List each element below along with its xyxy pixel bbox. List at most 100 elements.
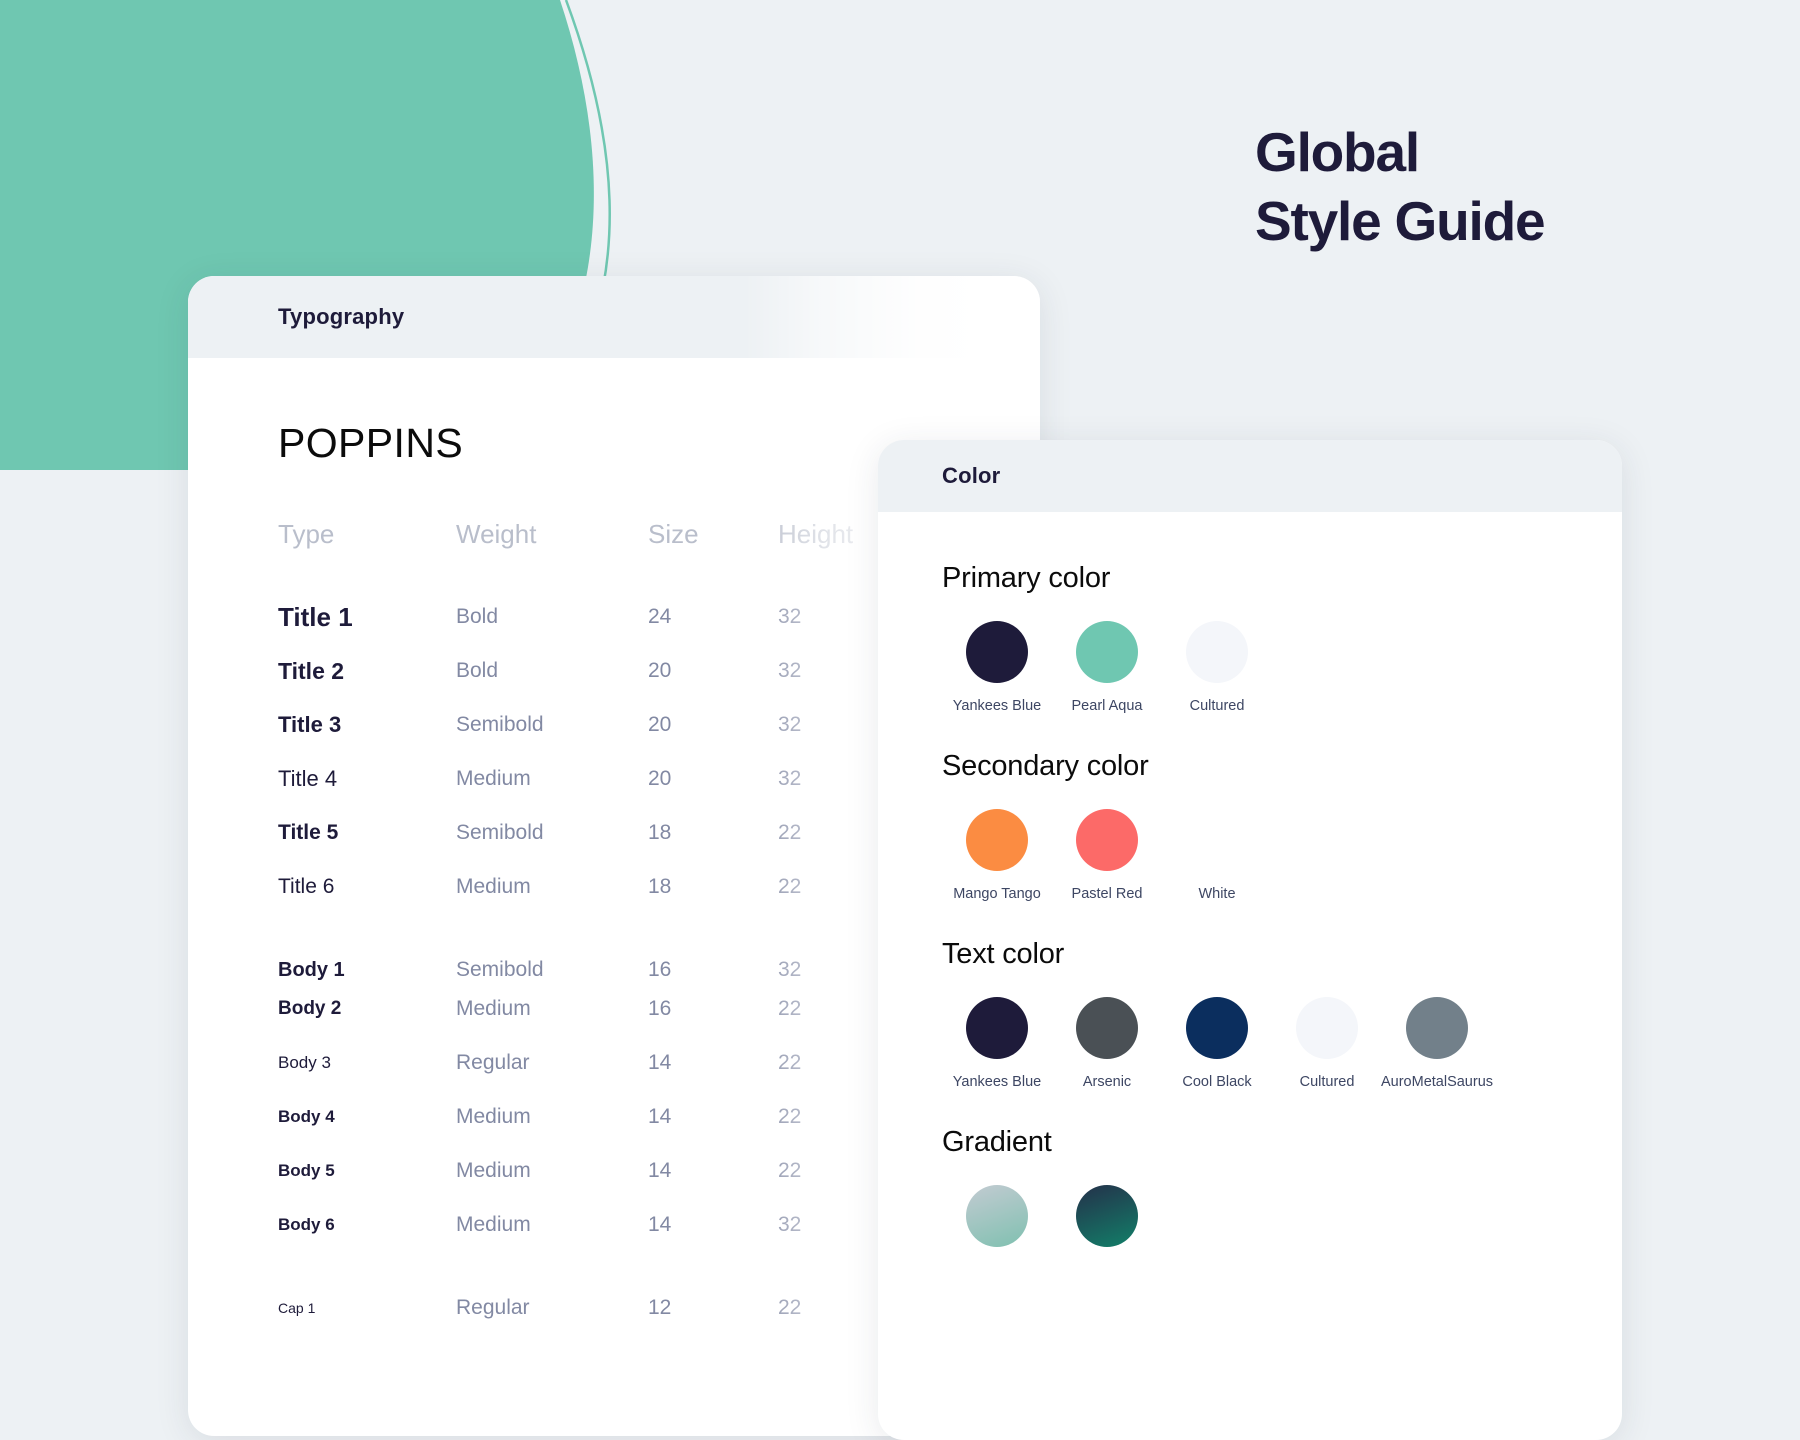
swatch-circle — [966, 809, 1028, 871]
color-swatch[interactable]: Pearl Aqua — [1052, 621, 1162, 714]
row-size-value: 14 — [648, 1213, 672, 1236]
primary-color-title: Primary color — [942, 562, 1111, 594]
column-header-type: Type — [278, 519, 335, 549]
color-swatch[interactable]: Yankees Blue — [942, 997, 1052, 1090]
swatch-label: Mango Tango — [953, 886, 1041, 902]
gradient-swatch[interactable] — [1052, 1185, 1162, 1262]
color-swatch[interactable]: Cool Black — [1162, 997, 1272, 1090]
row-weight-value: Medium — [456, 1159, 531, 1182]
swatch-circle — [1076, 1185, 1138, 1247]
swatch-circle — [1076, 809, 1138, 871]
row-weight-value: Medium — [456, 1105, 531, 1128]
swatch-circle — [1076, 997, 1138, 1059]
color-swatch[interactable]: Cultured — [1272, 997, 1382, 1090]
table-row: Body 3 Regular 14 22 — [278, 1036, 938, 1090]
row-type-label: Body 4 — [278, 1107, 335, 1126]
row-size-value: 18 — [648, 821, 672, 844]
row-type-label: Body 5 — [278, 1161, 335, 1180]
row-type-label: Title 5 — [278, 821, 339, 844]
table-row: Title 5 Semibold 18 22 — [278, 806, 938, 860]
swatch-label: Pearl Aqua — [1071, 698, 1143, 714]
table-row: Body 1 Semibold 16 32 — [278, 914, 938, 982]
table-row: Title 2 Bold 20 32 — [278, 644, 938, 698]
gradient-swatch[interactable] — [942, 1185, 1052, 1262]
page-title-line-1: Global — [1255, 121, 1420, 183]
row-size-value: 12 — [648, 1296, 672, 1319]
color-swatch[interactable]: White — [1162, 809, 1272, 902]
swatch-label: Arsenic — [1082, 1074, 1132, 1090]
swatch-label: White — [1198, 886, 1236, 902]
row-weight-value: Medium — [456, 875, 531, 898]
swatch-label: Yankees Blue — [952, 698, 1042, 714]
typography-table-header-row: Type Weight Size Height — [278, 519, 938, 590]
typography-card-header: Typography — [188, 276, 1040, 358]
swatch-circle — [966, 1185, 1028, 1247]
row-size-value: 20 — [648, 713, 672, 736]
row-weight-value: Regular — [456, 1296, 530, 1319]
color-swatch[interactable]: Arsenic — [1052, 997, 1162, 1090]
typography-table-body: Title 1 Bold 24 32 Title 2 Bold 20 32 Ti… — [278, 590, 938, 1320]
row-size-value: 14 — [648, 1105, 672, 1128]
typography-table-head: Type Weight Size Height — [278, 519, 938, 590]
swatch-circle — [1296, 997, 1358, 1059]
page-title: Global Style Guide — [1255, 118, 1546, 257]
gradient-swatches — [942, 1185, 1622, 1262]
swatch-circle — [1406, 997, 1468, 1059]
row-weight-value: Semibold — [456, 713, 544, 736]
swatch-label: Cultured — [1189, 698, 1245, 714]
table-row: Title 6 Medium 18 22 — [278, 860, 938, 914]
table-row: Title 1 Bold 24 32 — [278, 590, 938, 644]
row-weight-value: Medium — [456, 997, 531, 1020]
text-color-title: Text color — [942, 938, 1065, 970]
color-card-body: Primary color Yankees Blue Pearl Aqua Cu… — [878, 512, 1622, 1262]
swatch-circle — [1186, 809, 1248, 871]
column-header-size: Size — [648, 519, 699, 549]
row-type-label: Body 3 — [278, 1053, 331, 1072]
color-card-header: Color — [878, 440, 1622, 512]
text-color-section: Text color Yankees Blue Arsenic Cool Bla… — [942, 938, 1622, 1090]
swatch-label: AuroMetalSaurus — [1380, 1074, 1494, 1090]
row-weight-value: Semibold — [456, 821, 544, 844]
color-swatch[interactable]: Mango Tango — [942, 809, 1052, 902]
swatch-label: Pastel Red — [1071, 886, 1143, 902]
row-weight-value: Semibold — [456, 958, 544, 981]
gradient-title: Gradient — [942, 1126, 1052, 1158]
row-type-label: Title 6 — [278, 875, 335, 898]
color-card: Color Primary color Yankees Blue Pearl A… — [878, 440, 1622, 1440]
color-swatch[interactable]: Cultured — [1162, 621, 1272, 714]
row-size-value: 18 — [648, 875, 672, 898]
row-type-label: Body 6 — [278, 1215, 335, 1234]
table-row: Title 3 Semibold 20 32 — [278, 698, 938, 752]
row-size-value: 16 — [648, 997, 672, 1020]
text-color-swatches: Yankees Blue Arsenic Cool Black Cultured… — [942, 997, 1622, 1090]
row-size-value: 20 — [648, 767, 672, 790]
row-weight-value: Bold — [456, 605, 499, 628]
row-type-label: Title 1 — [278, 601, 353, 632]
table-row: Body 6 Medium 14 32 — [278, 1198, 938, 1252]
row-type-label: Title 3 — [278, 712, 342, 737]
swatch-circle — [1076, 621, 1138, 683]
table-row: Body 4 Medium 14 22 — [278, 1090, 938, 1144]
primary-color-swatches: Yankees Blue Pearl Aqua Cultured — [942, 621, 1622, 714]
color-swatch[interactable]: Yankees Blue — [942, 621, 1052, 714]
color-swatch[interactable]: Pastel Red — [1052, 809, 1162, 902]
swatch-circle — [966, 997, 1028, 1059]
secondary-color-section: Secondary color Mango Tango Pastel Red W… — [942, 750, 1622, 902]
swatch-circle — [966, 621, 1028, 683]
secondary-color-swatches: Mango Tango Pastel Red White — [942, 809, 1622, 902]
row-type-label: Body 1 — [278, 958, 345, 981]
swatch-label: Cultured — [1299, 1074, 1355, 1090]
color-swatch[interactable]: AuroMetalSaurus — [1380, 997, 1494, 1090]
row-type-label: Cap 1 — [278, 1300, 316, 1316]
color-card-title: Color — [942, 463, 1001, 488]
typography-card-title: Typography — [278, 304, 405, 329]
typography-table: Type Weight Size Height Title 1 Bold 24 … — [278, 519, 938, 1320]
row-weight-value: Regular — [456, 1051, 530, 1074]
page-title-line-2: Style Guide — [1255, 190, 1546, 253]
row-size-value: 14 — [648, 1051, 672, 1074]
column-header-weight: Weight — [456, 519, 537, 549]
row-size-value: 20 — [648, 659, 672, 682]
swatch-circle — [1186, 621, 1248, 683]
row-type-label: Title 4 — [278, 766, 338, 791]
row-weight-value: Bold — [456, 659, 499, 682]
